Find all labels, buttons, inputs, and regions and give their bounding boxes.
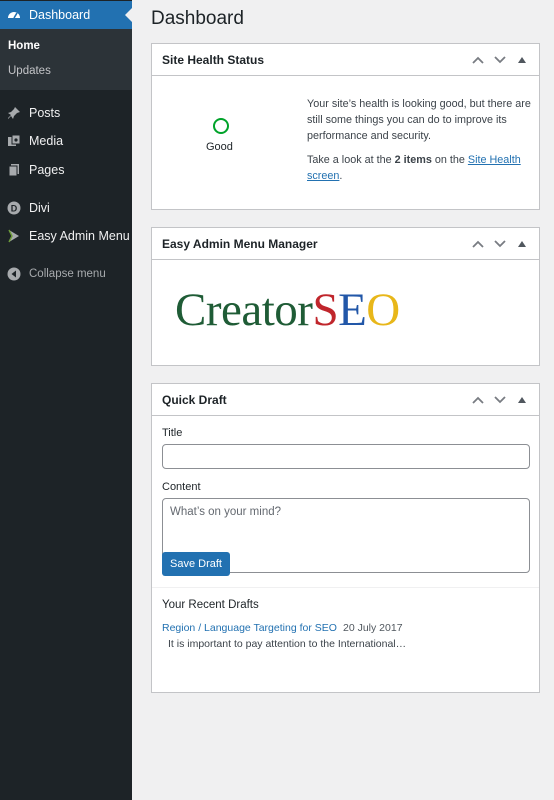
submenu-home[interactable]: Home — [8, 40, 40, 52]
menu-item-dashboard[interactable]: Dashboard — [0, 1, 132, 29]
menu-item-label: Dashboard — [29, 8, 91, 22]
health-summary: Your site’s health is looking good, but … — [307, 98, 531, 142]
content-placeholder: What’s on your mind? — [170, 506, 282, 518]
health-status-circle — [213, 118, 229, 134]
note-suffix: . — [339, 170, 343, 182]
submenu-updates[interactable]: Updates — [8, 65, 51, 77]
health-status-label: Good — [206, 141, 233, 153]
move-up-icon[interactable] — [469, 391, 487, 409]
widget-header: Site Health Status — [152, 44, 539, 76]
collapse-label: Collapse menu — [29, 268, 106, 280]
divider — [152, 587, 539, 588]
draft-title-input[interactable] — [162, 444, 530, 469]
widget-title: Easy Admin Menu Manager — [162, 236, 318, 251]
menu-item-divi[interactable]: D Divi — [0, 194, 132, 222]
menu-item-label: Pages — [29, 163, 65, 177]
menu-item-media[interactable]: Media — [0, 127, 132, 155]
page-title: Dashboard — [151, 8, 244, 29]
menu-item-pages[interactable]: Pages — [0, 156, 132, 184]
divi-icon: D — [7, 201, 21, 215]
pages-icon — [7, 163, 21, 177]
note-prefix: Take a look at the — [307, 154, 392, 166]
move-up-icon[interactable] — [469, 235, 487, 253]
menu-item-posts[interactable]: Posts — [0, 99, 132, 127]
health-items-note: Take a look at the 2 items on the Site H… — [307, 152, 533, 184]
widget-controls — [469, 44, 531, 75]
menu-item-label: Posts — [29, 106, 61, 120]
quick-draft-widget: Quick Draft Title Content What’s on your… — [151, 383, 540, 693]
collapse-menu-button[interactable]: Collapse menu — [0, 260, 132, 288]
move-down-icon[interactable] — [491, 235, 509, 253]
recent-drafts-heading: Your Recent Drafts — [162, 599, 259, 611]
collapse-icon — [7, 267, 21, 281]
logo-letter-o: O — [366, 284, 400, 336]
admin-sidebar: Dashboard Home Updates Posts Media Pages… — [0, 0, 132, 800]
logo-letter-e: E — [338, 284, 367, 336]
items-count: 2 items — [394, 154, 432, 166]
menu-item-easy-admin-menu[interactable]: Easy Admin Menu — [0, 222, 132, 250]
widget-title: Quick Draft — [162, 392, 227, 407]
toggle-panel-icon[interactable] — [513, 235, 531, 253]
easy-admin-icon — [7, 229, 21, 243]
widget-header: Quick Draft — [152, 384, 539, 416]
toggle-panel-icon[interactable] — [513, 391, 531, 409]
draft-excerpt: It is important to pay attention to the … — [168, 638, 407, 650]
title-label: Title — [162, 427, 183, 439]
logo-text-creator: Creator — [175, 284, 313, 336]
logo-letter-s: S — [312, 284, 339, 336]
widget-title: Site Health Status — [162, 52, 265, 67]
dashboard-icon — [7, 8, 21, 22]
media-icon — [7, 134, 21, 148]
note-mid: on the — [434, 154, 465, 166]
current-menu-arrow — [125, 8, 132, 22]
pin-icon — [7, 106, 21, 120]
move-up-icon[interactable] — [469, 51, 487, 69]
widget-controls — [469, 228, 531, 259]
draft-link[interactable]: Region / Language Targeting for SEO — [162, 622, 337, 634]
svg-text:D: D — [11, 204, 18, 214]
save-draft-button[interactable]: Save Draft — [162, 552, 230, 576]
content-label: Content — [162, 481, 201, 493]
health-description: Your site’s health is looking good, but … — [307, 96, 533, 192]
menu-item-label: Divi — [29, 201, 50, 215]
dashboard-submenu: Home Updates — [0, 29, 132, 90]
widget-controls — [469, 384, 531, 415]
menu-item-label: Media — [29, 134, 64, 148]
draft-date: 20 July 2017 — [343, 622, 403, 634]
easy-admin-widget: Easy Admin Menu Manager CreatorSEO — [151, 227, 540, 366]
widget-header: Easy Admin Menu Manager — [152, 228, 539, 260]
site-health-widget: Site Health Status Good Your site’s heal… — [151, 43, 540, 210]
menu-item-label: Easy Admin Menu — [29, 229, 130, 243]
creatorseo-logo: CreatorSEO — [175, 282, 400, 338]
move-down-icon[interactable] — [491, 51, 509, 69]
move-down-icon[interactable] — [491, 391, 509, 409]
toggle-panel-icon[interactable] — [513, 51, 531, 69]
